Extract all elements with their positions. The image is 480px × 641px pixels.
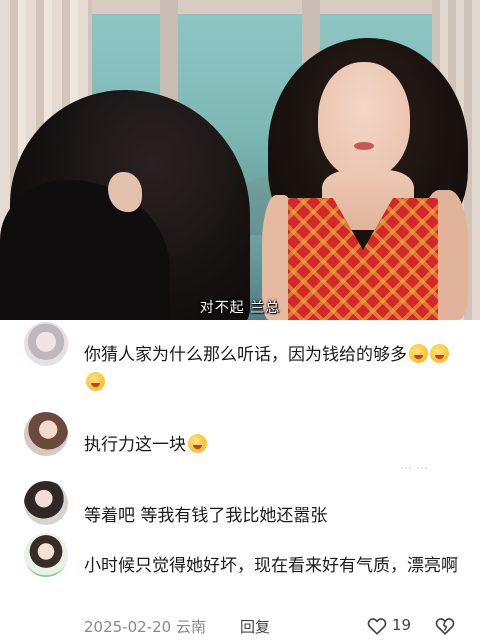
avatar[interactable] xyxy=(24,412,68,456)
comment-meta-row: 2025-02-20 云南 回复 19 xyxy=(84,614,460,640)
yum-emoji-icon xyxy=(430,344,449,363)
video-subtitle: 对不起 兰总 xyxy=(199,300,281,316)
video-frame[interactable]: 对不起 兰总 xyxy=(0,0,480,320)
heart-icon[interactable] xyxy=(366,615,388,637)
yum-emoji-icon xyxy=(409,344,428,363)
comment-text: 你猜人家为什么那么听话，因为钱给的够多 xyxy=(84,341,460,397)
reply-button[interactable]: 回复 xyxy=(240,616,270,637)
comment-text: 小时候只觉得她好坏，现在看来好有气质，漂亮啊 xyxy=(84,552,460,580)
comment-body: 小时候只觉得她好坏，现在看来好有气质，漂亮啊 xyxy=(84,556,458,576)
avatar[interactable] xyxy=(24,481,68,525)
comment-body: 你猜人家为什么那么听话，因为钱给的够多 xyxy=(84,345,407,365)
laughing-emoji-icon xyxy=(188,434,207,453)
comment-body: 执行力这一块 xyxy=(84,435,186,455)
faint-divider-dots: ⋯ ⋯ xyxy=(400,461,428,475)
yum-emoji-icon xyxy=(86,372,105,391)
comment-text: 执行力这一块 xyxy=(84,431,460,459)
like-count: 19 xyxy=(392,616,412,634)
comment-date-location: 2025-02-20 云南 xyxy=(84,618,206,636)
standing-woman-lips xyxy=(354,142,374,150)
comment-text: 等着吧 等我有钱了我比她还嚣张 xyxy=(84,502,460,530)
avatar[interactable] xyxy=(24,322,68,366)
avatar[interactable] xyxy=(24,533,68,577)
comment-body: 等着吧 等我有钱了我比她还嚣张 xyxy=(84,506,328,526)
broken-heart-icon[interactable] xyxy=(434,615,456,637)
standing-woman-face xyxy=(318,62,410,178)
